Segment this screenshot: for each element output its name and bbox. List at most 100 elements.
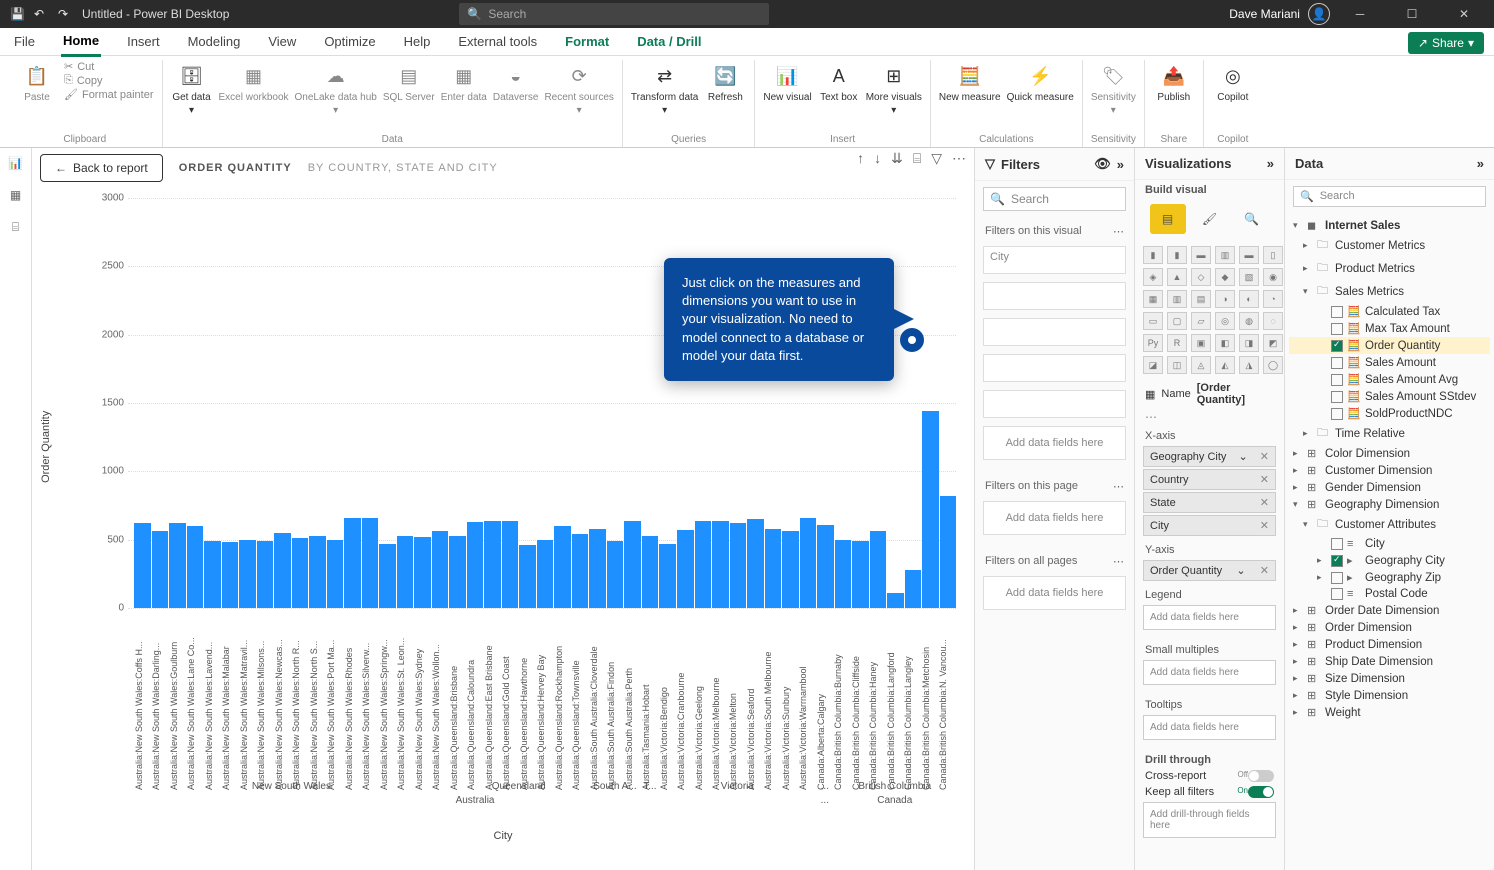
visual-type-9[interactable]: ◆	[1215, 268, 1235, 286]
checkbox[interactable]	[1331, 408, 1343, 420]
visual-type-4[interactable]: ▬	[1239, 246, 1259, 264]
field-pill-x-0[interactable]: Geography City⌄✕	[1143, 446, 1276, 467]
enter-data-button[interactable]: ▦Enter data	[441, 60, 487, 103]
maximize-button[interactable]: ☐	[1390, 0, 1434, 28]
build-tab-icon[interactable]: ▤	[1150, 204, 1186, 234]
tree-soldproductndc[interactable]: 🧮SoldProductNDC	[1289, 405, 1490, 422]
bar[interactable]	[432, 531, 449, 608]
keep-filters-toggle[interactable]	[1248, 786, 1274, 798]
drill-down-icon[interactable]: ↓	[874, 150, 881, 167]
visual-type-17[interactable]: ◔	[1263, 290, 1283, 308]
chevron-down-icon[interactable]: ⌄	[1239, 450, 1248, 463]
visual-type-13[interactable]: ▥	[1167, 290, 1187, 308]
bar[interactable]	[519, 545, 536, 608]
bar[interactable]	[554, 526, 571, 608]
remove-icon[interactable]: ✕	[1260, 496, 1269, 509]
visual-type-5[interactable]: ▯	[1263, 246, 1283, 264]
tree-sales-amount-avg[interactable]: 🧮Sales Amount Avg	[1289, 371, 1490, 388]
bar[interactable]	[905, 570, 922, 608]
visual-type-6[interactable]: ◈	[1143, 268, 1163, 286]
filter-card[interactable]	[983, 354, 1126, 382]
bar[interactable]	[782, 531, 799, 608]
bar[interactable]	[397, 536, 414, 608]
cross-report-toggle[interactable]	[1248, 770, 1274, 782]
visual-type-10[interactable]: ▧	[1239, 268, 1259, 286]
visual-type-27[interactable]: ◧	[1215, 334, 1235, 352]
visual-type-16[interactable]: ◐	[1239, 290, 1259, 308]
tree-customer-dimension[interactable]: ▸⊞Customer Dimension	[1289, 462, 1490, 479]
bar[interactable]	[257, 541, 274, 608]
visual-type-12[interactable]: ▦	[1143, 290, 1163, 308]
bar[interactable]	[800, 518, 817, 608]
filter-add-all[interactable]: Add data fields here	[983, 576, 1126, 610]
checkbox[interactable]	[1331, 323, 1343, 335]
filter-card-city[interactable]: City	[983, 246, 1126, 274]
filter-card[interactable]	[983, 318, 1126, 346]
sensitivity-button[interactable]: 🏷Sensitivity▾	[1091, 60, 1136, 116]
tree-gender-dimension[interactable]: ▸⊞Gender Dimension	[1289, 479, 1490, 496]
quick-measure-button[interactable]: ⚡Quick measure	[1007, 60, 1074, 103]
minimize-button[interactable]: ─	[1338, 0, 1382, 28]
tree-geography-zip[interactable]: ▸▸Geography Zip	[1289, 569, 1490, 586]
visual-type-19[interactable]: ▢	[1167, 312, 1187, 330]
visual-type-0[interactable]: ▮	[1143, 246, 1163, 264]
filter-card[interactable]	[983, 282, 1126, 310]
tree-order-quantity[interactable]: 🧮Order Quantity	[1289, 337, 1490, 354]
visual-type-14[interactable]: ▤	[1191, 290, 1211, 308]
tree-order-date-dimension[interactable]: ▸⊞Order Date Dimension	[1289, 602, 1490, 619]
drill-group-icon[interactable]: ⌸	[913, 150, 921, 167]
new-visual-button[interactable]: 📊New visual	[763, 60, 811, 103]
share-button[interactable]: ↗ Share ▾	[1408, 32, 1484, 54]
tree-sales-amount-sstdev[interactable]: 🧮Sales Amount SStdev	[1289, 388, 1490, 405]
bar[interactable]	[292, 538, 309, 608]
format-painter-button[interactable]: 🖌Format painter	[64, 88, 154, 101]
table-view-icon[interactable]: ▦	[10, 188, 21, 202]
bar[interactable]	[484, 521, 501, 608]
bar[interactable]	[887, 593, 904, 608]
checkbox[interactable]	[1331, 538, 1343, 550]
visual-type-20[interactable]: ▱	[1191, 312, 1211, 330]
bar[interactable]	[467, 522, 484, 608]
tab-insert[interactable]: Insert	[125, 28, 162, 55]
visual-type-23[interactable]: ◌	[1263, 312, 1283, 330]
transform-data-button[interactable]: ⇄Transform data▾	[631, 60, 698, 116]
redo-icon[interactable]: ↷	[58, 7, 72, 21]
more-icon[interactable]: ⋯	[1113, 480, 1124, 493]
bar[interactable]	[852, 541, 869, 608]
user-name[interactable]: Dave Mariani	[1229, 7, 1300, 21]
tree-max-tax-amount[interactable]: 🧮Max Tax Amount	[1289, 320, 1490, 337]
checkbox[interactable]	[1331, 357, 1343, 369]
get-data-button[interactable]: 🗄Get data▾	[171, 60, 213, 116]
remove-icon[interactable]: ✕	[1260, 473, 1269, 486]
bar[interactable]	[309, 536, 326, 608]
refresh-button[interactable]: 🔄Refresh	[704, 60, 746, 103]
bar[interactable]	[134, 523, 151, 608]
checkbox[interactable]	[1331, 391, 1343, 403]
visual-type-2[interactable]: ▬	[1191, 246, 1211, 264]
visual-type-35[interactable]: ◯	[1263, 356, 1283, 374]
bar[interactable]	[642, 536, 659, 608]
remove-icon[interactable]: ✕	[1260, 519, 1269, 532]
bar[interactable]	[659, 544, 676, 608]
format-tab-icon[interactable]: 🖌	[1192, 204, 1228, 234]
field-pill-x-1[interactable]: Country✕	[1143, 469, 1276, 490]
tree-product-dimension[interactable]: ▸⊞Product Dimension	[1289, 636, 1490, 653]
visual-type-22[interactable]: ◍	[1239, 312, 1259, 330]
tree-geography-dimension[interactable]: ▾⊞Geography Dimension	[1289, 496, 1490, 513]
visual-type-15[interactable]: ◑	[1215, 290, 1235, 308]
tree-sales-metrics[interactable]: ▾🗀Sales Metrics	[1289, 280, 1490, 303]
close-button[interactable]: ✕	[1442, 0, 1486, 28]
analytics-tab-icon[interactable]: 🔍	[1234, 204, 1270, 234]
visual-type-26[interactable]: ▣	[1191, 334, 1211, 352]
publish-button[interactable]: 📤Publish	[1153, 60, 1195, 103]
visual-type-32[interactable]: ◬	[1191, 356, 1211, 374]
sql-button[interactable]: ▤SQL Server	[383, 60, 435, 103]
global-search[interactable]: 🔍 Search	[459, 3, 769, 25]
save-icon[interactable]: 💾	[10, 7, 24, 21]
bar[interactable]	[835, 540, 852, 608]
collapse-icon[interactable]: »	[1117, 157, 1124, 172]
text-box-button[interactable]: AText box	[818, 60, 860, 103]
field-pill-x-3[interactable]: City✕	[1143, 515, 1276, 536]
copilot-button[interactable]: ◎Copilot	[1212, 60, 1254, 103]
onelake-button[interactable]: ☁OneLake data hub▾	[295, 60, 377, 116]
